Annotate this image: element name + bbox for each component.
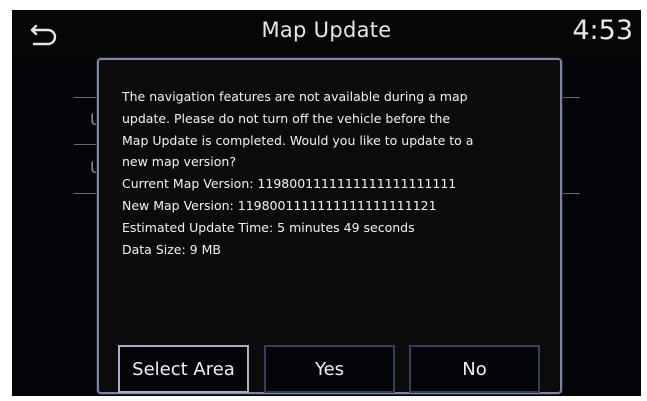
dialog-message: The navigation features are not availabl… bbox=[122, 86, 547, 260]
message-line: new map version? bbox=[122, 154, 236, 170]
header-bar: Map Update 4:53 bbox=[12, 10, 641, 60]
select-area-button[interactable]: Select Area bbox=[118, 345, 249, 393]
estimated-update-time: Estimated Update Time: 5 minutes 49 seco… bbox=[122, 219, 415, 235]
message-line: The navigation features are not availabl… bbox=[122, 89, 468, 104]
page-title: Map Update bbox=[261, 18, 392, 42]
data-size: Data Size: 9 MB bbox=[122, 241, 221, 257]
no-button[interactable]: No bbox=[409, 345, 540, 393]
list-divider bbox=[560, 193, 580, 194]
list-divider bbox=[560, 97, 580, 98]
current-map-version: Current Map Version: 1198001111111111111… bbox=[122, 176, 457, 192]
message-line: update. Please do not turn off the vehic… bbox=[122, 110, 451, 126]
clock: 4:53 bbox=[572, 15, 633, 46]
dialog-button-row: Select Area Yes No bbox=[118, 345, 548, 393]
map-update-dialog: The navigation features are not availabl… bbox=[97, 58, 562, 394]
message-line: Map Update is completed. Would you like … bbox=[122, 132, 474, 148]
infotainment-screen: Map Update 4:53 U U The navigation featu… bbox=[12, 10, 641, 396]
new-map-version: New Map Version: 11980011111111111111111… bbox=[122, 197, 437, 213]
yes-button[interactable]: Yes bbox=[264, 345, 395, 393]
